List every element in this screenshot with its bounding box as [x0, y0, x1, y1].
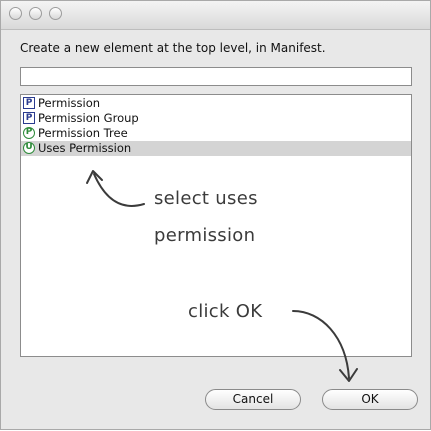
uses-permission-u-icon: U [23, 142, 35, 154]
dialog-prompt: Create a new element at the top level, i… [20, 41, 326, 55]
list-item-permission[interactable]: P Permission [21, 96, 411, 111]
list-item-label: Uses Permission [38, 141, 132, 155]
list-item-permission-tree[interactable]: P Permission Tree [21, 126, 411, 141]
list-item-label: Permission Group [38, 111, 139, 125]
permission-p-icon: P [23, 97, 35, 109]
close-window-icon[interactable] [9, 7, 22, 20]
cancel-button[interactable]: Cancel [205, 389, 301, 410]
list-item-uses-permission[interactable]: U Uses Permission [21, 141, 411, 156]
list-item-label: Permission Tree [38, 126, 128, 140]
annotation-select-line2: permission [154, 225, 256, 246]
title-bar [1, 1, 430, 30]
list-item-permission-group[interactable]: P Permission Group [21, 111, 411, 126]
list-item-label: Permission [38, 96, 101, 110]
zoom-window-icon[interactable] [49, 7, 62, 20]
permission-tree-p-icon: P [23, 127, 35, 139]
ok-button[interactable]: OK [322, 389, 418, 410]
minimize-window-icon[interactable] [29, 7, 42, 20]
new-element-dialog: Create a new element at the top level, i… [0, 0, 431, 430]
permission-group-p-icon: P [23, 112, 35, 124]
element-name-input[interactable] [20, 67, 412, 86]
annotation-click-ok: click OK [188, 301, 263, 322]
annotation-select-line1: select uses [154, 188, 258, 209]
